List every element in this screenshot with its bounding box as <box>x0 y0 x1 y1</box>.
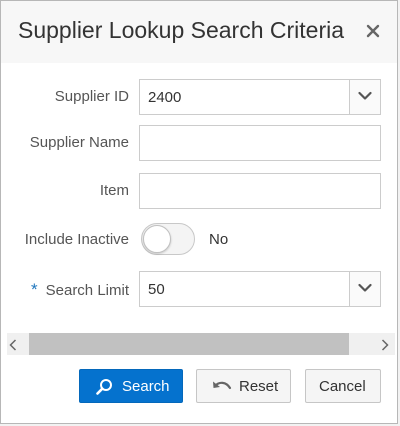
chevron-right-icon[interactable] <box>381 338 389 356</box>
supplier-lookup-dialog: Supplier Lookup Search Criteria Supplier… <box>0 0 398 424</box>
reset-button[interactable]: Reset <box>196 369 291 403</box>
item-row: Item <box>1 173 397 209</box>
search-limit-value[interactable]: 50 <box>148 281 165 298</box>
scrollbar-thumb[interactable] <box>29 333 349 355</box>
close-button[interactable] <box>363 21 383 41</box>
chevron-down-icon <box>358 283 372 292</box>
required-marker: * <box>31 280 38 299</box>
chevron-left-icon[interactable] <box>9 338 17 356</box>
dialog-header: Supplier Lookup Search Criteria <box>1 1 397 64</box>
include-inactive-row: Include Inactive No <box>1 222 397 258</box>
supplier-id-dropdown-button[interactable] <box>349 80 380 114</box>
close-icon <box>366 24 380 38</box>
dialog-body: Supplier ID 2400 Supplier Name Item Incl… <box>1 63 397 357</box>
search-limit-combobox[interactable]: 50 <box>139 271 381 307</box>
search-limit-row: * Search Limit 50 <box>1 271 397 307</box>
search-icon <box>96 378 113 399</box>
search-limit-label-text: Search Limit <box>45 282 129 299</box>
supplier-id-row: Supplier ID 2400 <box>1 79 397 115</box>
undo-icon <box>212 380 232 398</box>
include-inactive-state: No <box>209 231 229 248</box>
horizontal-scrollbar[interactable] <box>7 333 395 355</box>
include-inactive-label: Include Inactive <box>24 231 129 248</box>
supplier-id-combobox[interactable]: 2400 <box>139 79 381 115</box>
supplier-id-value[interactable]: 2400 <box>148 89 181 106</box>
search-button-label: Search <box>122 378 170 395</box>
include-inactive-toggle[interactable] <box>141 223 195 255</box>
supplier-name-input[interactable] <box>139 125 381 161</box>
cancel-button[interactable]: Cancel <box>305 369 381 403</box>
supplier-name-label: Supplier Name <box>29 134 129 151</box>
search-button[interactable]: Search <box>79 369 183 403</box>
dialog-footer: Search Reset Cancel <box>1 361 397 425</box>
dialog-title: Supplier Lookup Search Criteria <box>18 17 345 43</box>
item-label: Item <box>99 182 129 199</box>
reset-button-label: Reset <box>239 378 279 395</box>
supplier-name-row: Supplier Name <box>1 125 397 161</box>
chevron-down-icon <box>358 91 372 100</box>
search-limit-dropdown-button[interactable] <box>349 272 380 306</box>
supplier-id-label: Supplier ID <box>54 88 129 105</box>
toggle-knob <box>143 225 171 253</box>
cancel-button-label: Cancel <box>319 378 366 395</box>
search-limit-label: * Search Limit <box>31 280 129 300</box>
item-input[interactable] <box>139 173 381 209</box>
